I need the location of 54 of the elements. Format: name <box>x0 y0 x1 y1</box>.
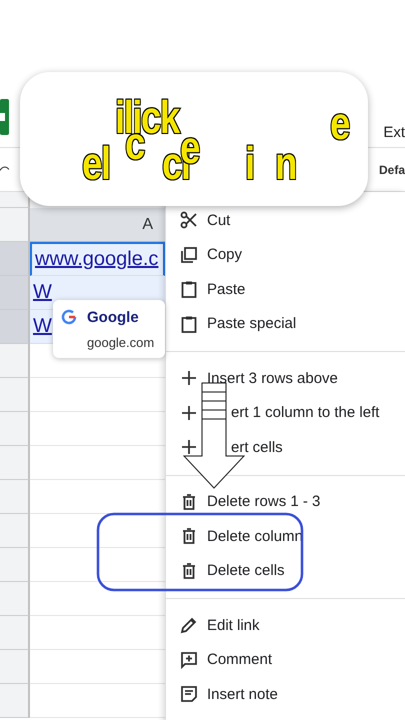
trash-icon <box>180 562 198 580</box>
note-icon <box>180 685 198 704</box>
row-header[interactable] <box>0 378 30 412</box>
menu-item[interactable]: Edit link <box>166 608 405 642</box>
menu-item[interactable]: Cut <box>166 203 405 238</box>
menu-item[interactable]: Paste <box>166 272 405 306</box>
menu-item[interactable]: Ext <box>383 124 405 141</box>
scissors-icon <box>180 211 198 230</box>
row-header[interactable] <box>0 276 30 310</box>
menu-item[interactable]: Paste special <box>166 306 405 341</box>
row-header[interactable] <box>0 412 30 446</box>
row-header[interactable] <box>0 344 30 378</box>
menu-item[interactable]: Delete column <box>166 519 405 554</box>
caption-text: n <box>275 140 296 186</box>
row-header[interactable] <box>0 208 30 242</box>
menu-item[interactable]: Comment <box>166 642 405 677</box>
menu-item[interactable]: ert cells <box>166 430 405 464</box>
font-select[interactable]: Defa <box>378 162 405 176</box>
row-header[interactable] <box>0 514 30 548</box>
corner-cell[interactable] <box>0 192 30 208</box>
caption-text: el <box>82 140 110 186</box>
plus-icon <box>180 369 198 388</box>
column-header[interactable]: A <box>30 208 165 242</box>
sheets-logo-icon[interactable] <box>0 99 9 135</box>
row-header[interactable] <box>0 446 30 480</box>
copy-icon <box>180 246 198 264</box>
menu-item[interactable]: Delete cells <box>166 554 405 588</box>
clipboard-icon <box>180 280 198 298</box>
caption-text: e <box>330 100 349 146</box>
menu-item[interactable]: ert 1 column to the left <box>166 396 405 430</box>
menu-item[interactable]: Delete rows 1 - 3 <box>166 484 405 519</box>
trash-icon <box>180 492 198 511</box>
plus-icon <box>180 438 198 456</box>
row-header[interactable] <box>0 616 30 650</box>
row-header[interactable] <box>0 480 30 514</box>
google-logo-icon <box>61 309 77 325</box>
row-header[interactable] <box>0 548 30 582</box>
menu-item[interactable]: Copy <box>166 238 405 272</box>
trash-icon <box>180 527 198 546</box>
link-url: google.com <box>87 334 156 350</box>
pencil-icon <box>180 616 198 634</box>
row-header[interactable] <box>0 310 30 344</box>
menu-item[interactable]: Insert note <box>166 677 405 712</box>
row-header[interactable] <box>0 684 30 718</box>
row-header[interactable] <box>0 650 30 684</box>
caption-text: i <box>245 140 254 186</box>
clipboard-icon <box>180 314 198 333</box>
plus-icon <box>180 404 198 422</box>
menu-item[interactable]: Insert 3 rows above <box>166 361 405 396</box>
row-header[interactable] <box>0 582 30 616</box>
comment-icon <box>180 650 198 669</box>
row-header[interactable] <box>0 242 30 276</box>
table-cell[interactable]: www.google.c <box>30 242 165 276</box>
link-title: Google <box>87 308 140 326</box>
